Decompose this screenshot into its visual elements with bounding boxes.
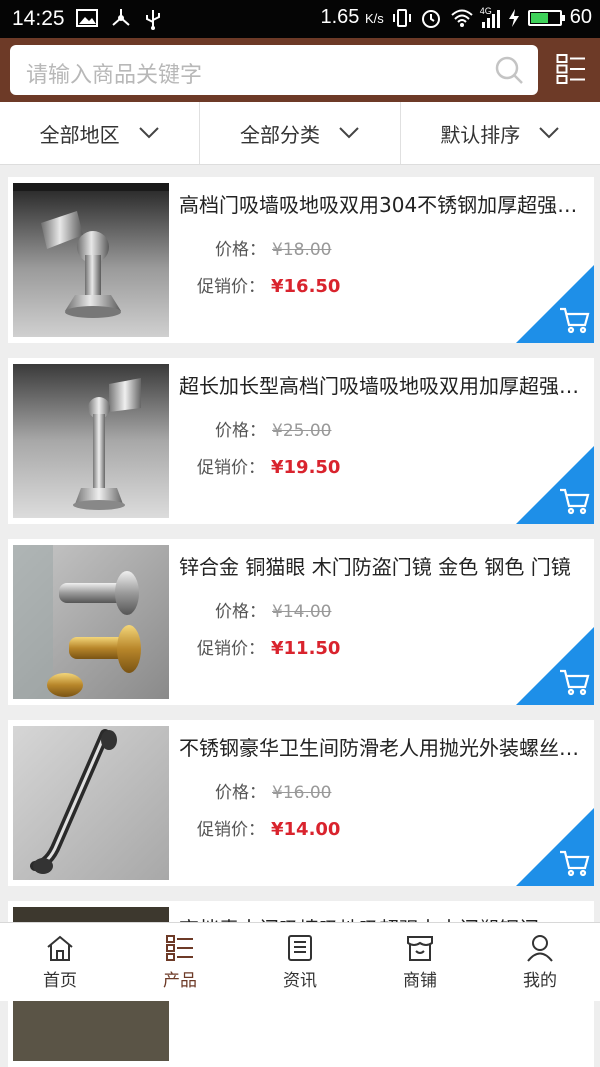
product-card[interactable]: 不锈钢豪华卫生间防滑老人用抛光外装螺丝扶手 价格： ¥16.00 促销价： ¥14.… <box>8 720 594 886</box>
add-to-cart-button[interactable] <box>516 627 594 705</box>
chevron-down-icon <box>339 127 359 139</box>
filter-label: 默认排序 <box>440 122 521 147</box>
news-icon <box>288 934 312 961</box>
product-card[interactable]: 超长加长型高档门吸墙吸地吸双用加厚超强磁门碰 价格： ¥25.00 促销价： ¥19… <box>8 358 594 524</box>
chevron-down-icon <box>539 127 560 139</box>
gallery-icon <box>76 9 98 27</box>
tab-label: 我的 <box>523 970 557 991</box>
share-icon <box>112 9 130 26</box>
product-image <box>13 726 169 880</box>
chevron-down-icon <box>138 127 159 139</box>
filter-region[interactable]: 全部地区 <box>0 102 201 164</box>
wifi-icon <box>451 9 473 27</box>
header-bar: 请输入商品关键字 <box>0 38 600 102</box>
promo-price: 促销价： ¥19.50 <box>197 457 341 478</box>
product-title: 超长加长型高档门吸墙吸地吸双用加厚超强磁门碰 <box>179 374 589 398</box>
product-title: 高档门吸墙吸地吸双用304不锈钢加厚超强磁门碰 <box>179 193 589 217</box>
original-price: 价格： ¥14.00 <box>215 602 332 622</box>
add-to-cart-button[interactable] <box>516 446 594 524</box>
product-title: 锌合金 铜猫眼 木门防盗门镜 金色 钢色 门镜 <box>179 555 571 579</box>
status-time: 14:25 <box>12 7 65 30</box>
tab-label: 资讯 <box>283 970 317 991</box>
signal-icon: 4G <box>480 6 500 28</box>
tab-profile[interactable]: 我的 <box>480 923 600 1001</box>
category-menu-icon[interactable] <box>556 53 586 85</box>
product-image <box>13 545 169 699</box>
search-icon[interactable] <box>494 55 524 85</box>
add-to-cart-button[interactable] <box>516 265 594 343</box>
filter-bar: 全部地区 全部分类 默认排序 <box>0 102 600 165</box>
alarm-icon <box>421 9 440 28</box>
original-price: 价格： ¥25.00 <box>215 421 332 441</box>
usb-icon <box>146 10 160 30</box>
product-card[interactable]: 锌合金 铜猫眼 木门防盗门镜 金色 钢色 门镜 价格： ¥14.00 促销价： ¥1… <box>8 539 594 705</box>
product-card[interactable]: 高档门吸墙吸地吸双用304不锈钢加厚超强磁门碰 价格： ¥18.00 促销价： ¥1… <box>8 177 594 343</box>
home-icon <box>47 935 73 961</box>
filter-label: 全部分类 <box>239 122 320 147</box>
tab-label: 商铺 <box>403 970 437 991</box>
original-price: 价格： ¥16.00 <box>215 783 332 803</box>
filter-label: 全部地区 <box>39 122 120 147</box>
vibrate-icon <box>392 8 411 27</box>
tab-label: 首页 <box>43 970 77 991</box>
bottom-tab-bar: 首页 产品 资讯 商铺 我的 <box>0 922 600 1001</box>
search-input[interactable]: 请输入商品关键字 <box>10 45 538 95</box>
filter-category[interactable]: 全部分类 <box>200 102 401 164</box>
tab-label: 产品 <box>163 970 197 991</box>
shop-icon <box>407 935 433 961</box>
original-price: 价格： ¥18.00 <box>215 240 332 260</box>
product-list-icon <box>166 934 193 961</box>
add-to-cart-button[interactable] <box>516 808 594 886</box>
charging-icon <box>508 8 519 27</box>
network-speed: 1.65 K/s <box>320 6 384 28</box>
battery-percent: 60 <box>569 6 592 28</box>
tab-home[interactable]: 首页 <box>0 923 120 1001</box>
search-placeholder: 请输入商品关键字 <box>26 63 203 88</box>
promo-price: 促销价： ¥11.50 <box>197 638 341 659</box>
filter-sort[interactable]: 默认排序 <box>401 102 600 164</box>
product-image <box>13 183 169 337</box>
user-icon <box>527 934 553 962</box>
tab-news[interactable]: 资讯 <box>240 923 360 1001</box>
product-image <box>13 364 169 518</box>
promo-price: 促销价： ¥16.50 <box>197 276 341 297</box>
tab-shop[interactable]: 商铺 <box>360 923 480 1001</box>
status-bar: 14:25 1.65 K/s 4G 60 <box>0 0 600 38</box>
battery-icon <box>527 9 565 26</box>
product-title: 不锈钢豪华卫生间防滑老人用抛光外装螺丝扶手 <box>179 736 589 760</box>
promo-price: 促销价： ¥14.00 <box>197 819 341 840</box>
tab-products[interactable]: 产品 <box>120 923 240 1001</box>
